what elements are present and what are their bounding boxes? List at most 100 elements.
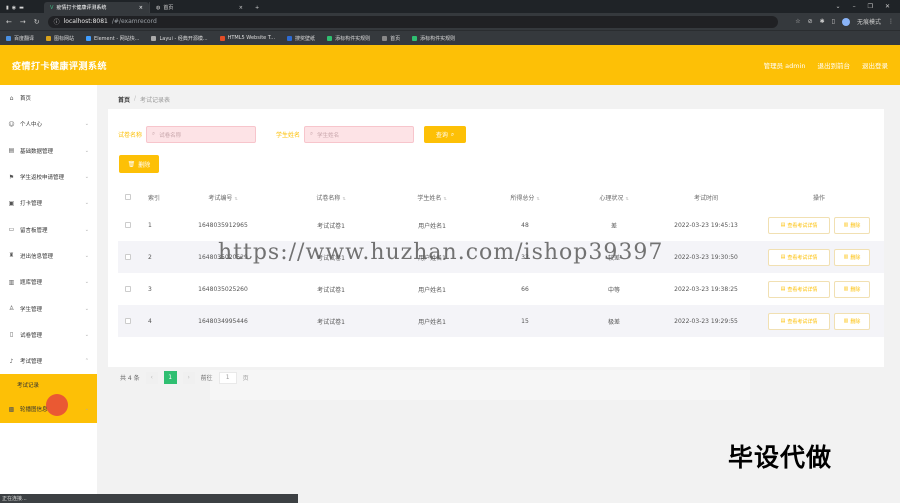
restore-icon[interactable]: ❐ (868, 3, 873, 10)
logout-link[interactable]: 退出登录 (862, 60, 888, 70)
bookmark-item[interactable]: 添标构件实规则 (412, 35, 455, 42)
sidebar-item-papers[interactable]: ▯ 试卷管理 ⌄ (0, 322, 97, 348)
back-to-front-link[interactable]: 退出到前台 (818, 60, 851, 70)
view-detail-button[interactable]: ▤ 查看考试详情 (768, 312, 830, 330)
col-header-no[interactable]: 考试编号 ⇅ (168, 193, 278, 202)
row-checkbox[interactable] (118, 286, 138, 292)
vue-icon: V (50, 4, 54, 11)
bookmark-item[interactable]: 搜奖壁纸 (287, 35, 315, 42)
chevron-down-icon: ⌄ (84, 174, 89, 181)
checkbox[interactable] (125, 286, 131, 292)
sort-icon[interactable]: ⇅ (342, 196, 345, 201)
checkbox[interactable] (125, 194, 131, 200)
col-header-paper[interactable]: 试卷名称 ⇅ (278, 193, 384, 202)
next-page-button[interactable]: › (182, 371, 195, 384)
bookmark-item[interactable]: Layui - 经典开源模... (151, 35, 208, 42)
bookmark-item[interactable]: HTML5 Website T... (219, 35, 275, 41)
tab-icon[interactable]: ▬ (19, 5, 24, 11)
sidebar-item-checkin[interactable]: ▣ 打卡管理 ⌄ (0, 190, 97, 216)
sidebar-icon[interactable]: ▯ (832, 18, 835, 25)
page-number-current[interactable]: 1 (163, 371, 177, 384)
bookmark-item[interactable]: 百度翻译 (6, 35, 34, 42)
sidebar-item-home[interactable]: ⌂ 首页 (0, 85, 97, 111)
sidebar-item-students[interactable]: ♙ 学生管理 ⌄ (0, 295, 97, 321)
more-icon[interactable]: ⋮ (888, 18, 894, 25)
view-detail-button[interactable]: ▤ 查看考试详情 (768, 248, 830, 266)
sort-icon[interactable]: ⇅ (234, 196, 237, 201)
reload-icon[interactable]: ↻ (34, 18, 40, 26)
sort-icon[interactable]: ⇅ (536, 196, 539, 201)
sidebar-item-profile[interactable]: ☺ 个人中心 ⌄ (0, 111, 97, 137)
browser-tab-strip: ▮ ◉ ▬ V 疫情打卡健康评测系统 × ◍ 首页 × + ⌄ – ❐ ✕ (0, 0, 900, 13)
sidebar-item-question-bank[interactable]: ▥ 题库管理 ⌄ (0, 269, 97, 295)
sidebar-item-return-apply[interactable]: ⚑ 学生返校申请管理 ⌄ (0, 164, 97, 190)
bookmark-icon (6, 35, 11, 41)
url-input[interactable]: ⓘ localhost:8081/#/examrecord (47, 15, 778, 28)
github-icon[interactable]: ◉ (12, 5, 16, 11)
student-name-input[interactable]: ⌕ 学生姓名 (304, 126, 415, 143)
browser-tab-active[interactable]: V 疫情打卡健康评测系统 × (44, 2, 149, 13)
select-all-checkbox[interactable] (118, 194, 138, 200)
col-header-score[interactable]: 所得总分 ⇅ (480, 193, 570, 202)
sidebar-item-basic-data[interactable]: ▤ 基础数据管理 ⌄ (0, 138, 97, 164)
trash-icon: ▥ (843, 318, 849, 324)
checkbox[interactable] (125, 222, 131, 228)
bookmark-item[interactable]: 首页 (382, 35, 400, 42)
row-checkbox[interactable] (118, 222, 138, 228)
search-button[interactable]: 查询 ⌕ (424, 126, 467, 143)
row-delete-button[interactable]: ▥ 删除 (834, 312, 870, 330)
extension-icon[interactable]: ✱ (820, 18, 825, 25)
row-checkbox[interactable] (118, 254, 138, 260)
bookmark-item[interactable]: 图标网站 (46, 35, 74, 42)
checkbox[interactable] (125, 318, 131, 324)
close-icon[interactable]: ✕ (885, 3, 890, 10)
cell-state: 中等 (607, 286, 620, 294)
trash-icon: ▥ (843, 254, 849, 260)
new-tab-button[interactable]: + (249, 2, 265, 13)
row-delete-button[interactable]: ▥ 删除 (834, 216, 870, 234)
view-detail-button[interactable]: ▤ 查看考试详情 (768, 280, 830, 298)
browser-tab[interactable]: ◍ 首页 × (149, 2, 249, 13)
cell-student: 用户姓名1 (418, 318, 446, 326)
view-detail-button[interactable]: ▤ 查看考试详情 (768, 216, 830, 234)
sort-icon[interactable]: ⇅ (625, 196, 628, 201)
camera-off-icon[interactable]: ⊘ (808, 18, 813, 25)
checkbox[interactable] (125, 254, 131, 260)
col-header-index: 索引 (148, 194, 161, 202)
cell-score: 15 (521, 317, 529, 325)
star-icon[interactable]: ☆ (795, 18, 800, 25)
card-icon: ▣ (8, 199, 15, 207)
window-menu-icon[interactable]: ▮ (6, 5, 9, 11)
sidebar-subitem-exam-records[interactable]: 考试记录 (0, 374, 97, 397)
bookmark-item[interactable]: 添标构件实规则 (327, 35, 370, 42)
row-delete-button[interactable]: ▥ 删除 (834, 280, 870, 298)
chevron-down-icon: ⌄ (84, 200, 89, 207)
back-icon[interactable]: ← (6, 18, 12, 26)
row-delete-button[interactable]: ▥ 删除 (834, 248, 870, 266)
row-checkbox[interactable] (118, 318, 138, 324)
sidebar-item-exams[interactable]: ♪ 考试管理 ⌃ (0, 348, 97, 374)
trash-icon: ▥ (843, 286, 849, 292)
prev-page-button[interactable]: ‹ (145, 371, 158, 384)
chevron-down-icon[interactable]: ⌄ (836, 3, 841, 10)
table-row: 1 1648035912965 考试试卷1 用户姓名1 48 差 2022-03… (118, 209, 884, 241)
sidebar-item-access[interactable]: ♜ 进出信息管理 ⌄ (0, 243, 97, 269)
breadcrumb-home[interactable]: 首页 (118, 95, 130, 104)
close-icon[interactable]: × (239, 5, 243, 11)
minimize-icon[interactable]: – (853, 3, 856, 10)
app-header: 疫情打卡健康评测系统 管理员 admin 退出到前台 退出登录 (0, 45, 900, 85)
paper-name-input[interactable]: ⌕ 试卷名称 (146, 126, 257, 143)
forward-icon[interactable]: → (20, 18, 26, 26)
bulk-delete-button[interactable]: 🗑 删除 (119, 155, 159, 173)
chevron-down-icon: ⌄ (84, 406, 89, 413)
person-icon: ♙ (8, 305, 15, 313)
sidebar-item-messages[interactable]: ▭ 留言板管理 ⌄ (0, 216, 97, 242)
col-header-state[interactable]: 心理状况 ⇅ (570, 193, 658, 202)
sort-icon[interactable]: ⇅ (443, 196, 446, 201)
col-header-student[interactable]: 学生姓名 ⇅ (384, 193, 480, 202)
cell-time: 2022-03-23 19:38:25 (674, 285, 738, 293)
bookmark-item[interactable]: Element - 网站快... (86, 35, 139, 42)
cell-time: 2022-03-23 19:45:13 (674, 221, 738, 229)
profile-avatar[interactable] (841, 17, 850, 26)
close-icon[interactable]: × (139, 5, 143, 11)
